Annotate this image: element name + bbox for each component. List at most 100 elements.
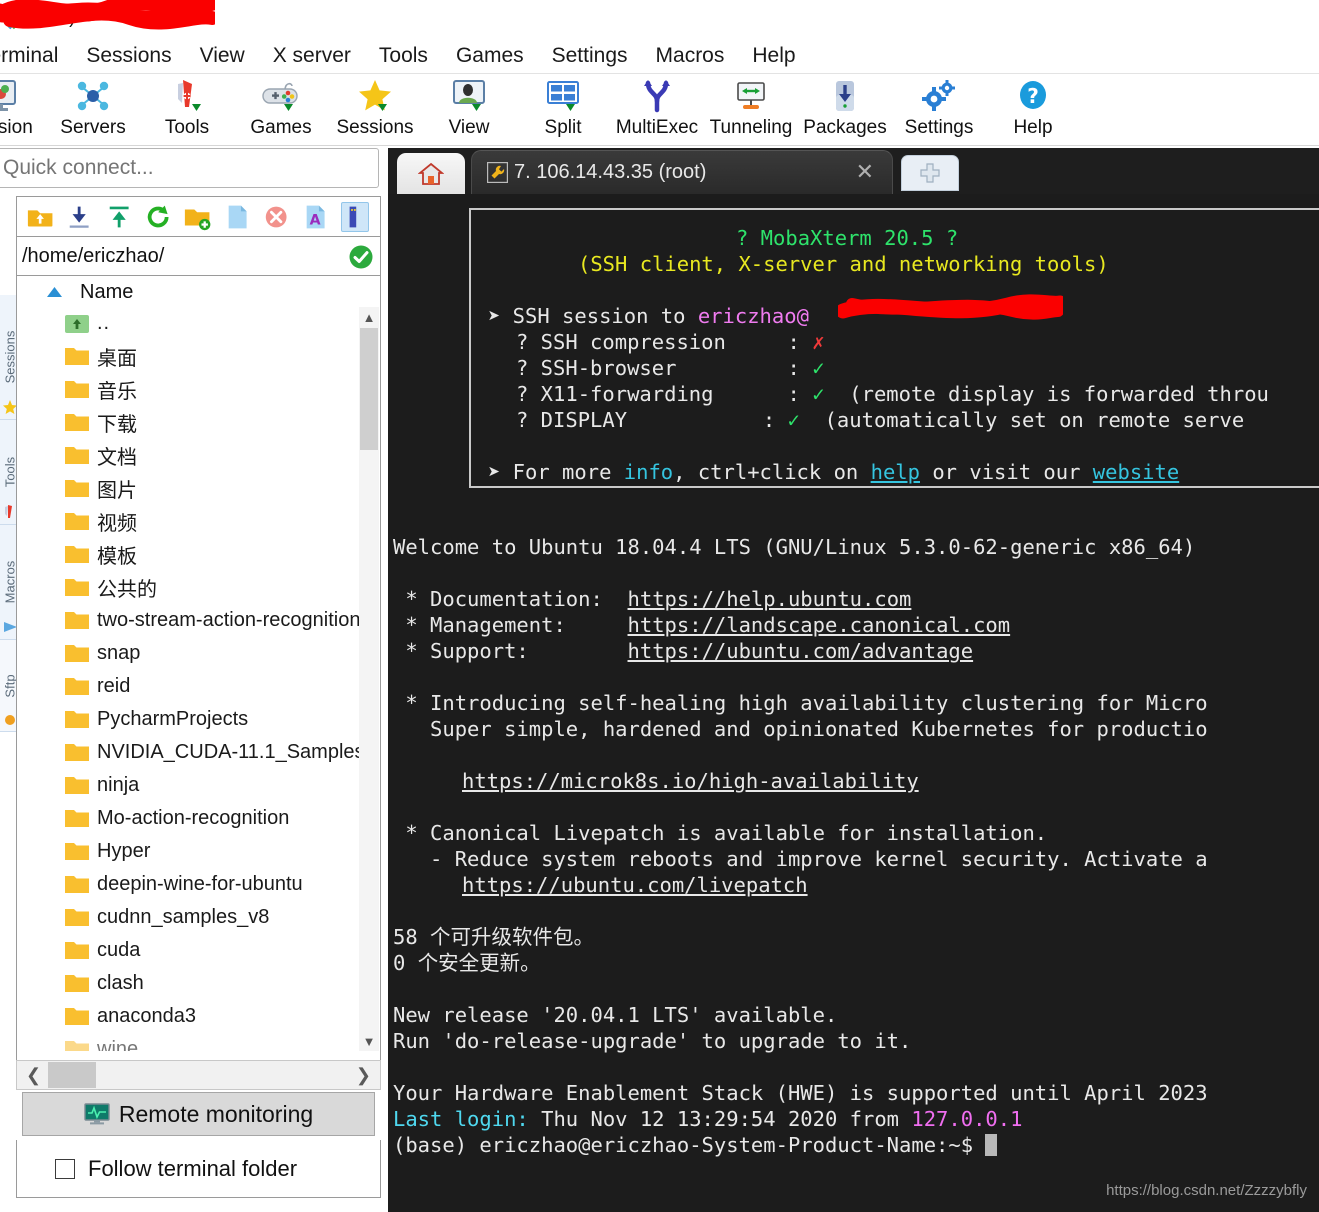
hscrollbar-thumb[interactable] — [48, 1062, 96, 1088]
list-item[interactable]: snap — [18, 637, 361, 670]
toolbar-label-tools: Tools — [164, 117, 210, 138]
toolbar-button-tools[interactable]: Tools — [140, 74, 234, 144]
parent-folder-icon[interactable] — [26, 202, 54, 232]
delete-icon[interactable] — [262, 202, 290, 232]
list-item[interactable]: 图片 — [18, 472, 361, 505]
follow-terminal-folder-row[interactable]: Follow terminal folder — [16, 1140, 381, 1198]
list-item[interactable]: 桌面 — [18, 340, 361, 373]
motd-doc-url[interactable]: https://help.ubuntu.com — [628, 587, 912, 611]
shell-prompt: (base) ericzhao@ericzhao-System-Product-… — [393, 1133, 986, 1157]
list-item[interactable]: Hyper — [18, 835, 361, 868]
quick-connect-box[interactable] — [0, 148, 379, 188]
list-item[interactable]: 下载 — [18, 406, 361, 439]
file-name: reid — [97, 675, 131, 697]
sftp-path-input[interactable] — [17, 245, 348, 268]
terminal-area: 7. 106.14.43.35 (root) ✕ ? MobaXterm 20.… — [388, 148, 1319, 1212]
motd-livepatch-url[interactable]: https://ubuntu.com/livepatch — [462, 872, 808, 898]
list-item[interactable]: .. — [18, 307, 361, 340]
list-item[interactable]: ninja — [18, 769, 361, 802]
motd-microk8s-url[interactable]: https://microk8s.io/high-availability — [462, 768, 919, 794]
sftp-column-header[interactable]: Name — [17, 277, 380, 307]
sftp-file-list[interactable]: .. 桌面 音乐 下载 文档 图片 视频 模板 公共的 two-stream-a… — [18, 307, 361, 1051]
toolbar-label-games: Games — [250, 117, 312, 138]
new-file-icon[interactable] — [223, 202, 251, 232]
list-item[interactable]: cudnn_samples_v8 — [18, 901, 361, 934]
scrollbar-thumb[interactable] — [360, 328, 378, 450]
file-name: 模板 — [97, 544, 137, 568]
list-item[interactable]: two-stream-action-recognition — [18, 604, 361, 637]
list-item[interactable]: clash — [18, 967, 361, 1000]
sftp-vertical-scrollbar[interactable]: ▲ ▼ — [359, 307, 379, 1051]
new-folder-icon[interactable] — [183, 202, 211, 232]
list-item[interactable]: PycharmProjects — [18, 703, 361, 736]
menu-macros[interactable]: Macros — [642, 39, 739, 73]
tab-add-button[interactable] — [901, 155, 959, 191]
banner-footer-website-link[interactable]: website — [1093, 460, 1179, 484]
menu-games[interactable]: Games — [442, 39, 538, 73]
remote-monitoring-button[interactable]: Remote monitoring — [22, 1092, 375, 1136]
bookmark-icon[interactable] — [340, 201, 370, 232]
scroll-right-icon[interactable]: ❯ — [347, 1065, 380, 1086]
toolbar-button-session[interactable]: Session — [0, 74, 46, 144]
menu-terminal[interactable]: Terminal — [0, 39, 72, 73]
menu-view[interactable]: View — [186, 39, 259, 73]
list-item[interactable]: Mo-action-recognition — [18, 802, 361, 835]
sftp-horizontal-scrollbar[interactable]: ❮ ❯ — [16, 1060, 381, 1090]
list-item[interactable]: 视频 — [18, 505, 361, 538]
multiexec-fork-icon — [644, 80, 670, 113]
toolbar-button-tunneling[interactable]: Tunneling — [704, 74, 798, 144]
wrench-icon — [487, 162, 508, 183]
terminal-output[interactable]: ? MobaXterm 20.5 ? (SSH client, X-server… — [388, 194, 1319, 1212]
motd-mgmt-url[interactable]: https://landscape.canonical.com — [628, 613, 1011, 637]
menu-settings[interactable]: Settings — [538, 39, 642, 73]
folder-icon — [65, 513, 89, 530]
toolbar-button-help[interactable]: ? Help — [986, 74, 1080, 144]
motd-livepatch-1: * Canonical Livepatch is available for i… — [393, 821, 1048, 845]
scroll-left-icon[interactable]: ❮ — [17, 1065, 50, 1086]
toolbar-button-servers[interactable]: Servers — [46, 74, 140, 144]
banner-footer: ➤ For more info, ctrl+click on help or v… — [488, 459, 1179, 485]
scroll-up-icon[interactable]: ▲ — [359, 307, 379, 327]
list-item[interactable]: 文档 — [18, 439, 361, 472]
list-item[interactable]: NVIDIA_CUDA-11.1_Samples — [18, 736, 361, 769]
toolbar-button-multiexec[interactable]: MultiExec — [610, 74, 704, 144]
download-icon[interactable] — [65, 202, 93, 232]
list-item[interactable]: wine — [18, 1033, 361, 1051]
quick-connect-input[interactable] — [0, 149, 378, 187]
toolbar-button-split[interactable]: Split — [516, 74, 610, 144]
toolbar-button-settings[interactable]: Settings — [892, 74, 986, 144]
menu-x-server[interactable]: X server — [259, 39, 365, 73]
shell-prompt-line[interactable]: (base) ericzhao@ericzhao-System-Product-… — [393, 1132, 998, 1158]
menu-tools[interactable]: Tools — [365, 39, 442, 73]
follow-terminal-folder-checkbox[interactable] — [55, 1158, 75, 1179]
list-item[interactable]: reid — [18, 670, 361, 703]
list-item[interactable]: anaconda3 — [18, 1000, 361, 1033]
toolbar-button-packages[interactable]: Packages — [798, 74, 892, 144]
list-item[interactable]: deepin-wine-for-ubuntu — [18, 868, 361, 901]
list-item[interactable]: 音乐 — [18, 373, 361, 406]
home-icon — [418, 162, 444, 185]
menu-sessions[interactable]: Sessions — [72, 39, 185, 73]
banner-footer-help-link[interactable]: help — [871, 460, 920, 484]
menu-help[interactable]: Help — [738, 39, 809, 73]
refresh-icon[interactable] — [144, 202, 172, 232]
banner-footer-info[interactable]: info — [624, 460, 673, 484]
upgradable-count: 58 — [393, 925, 418, 949]
toolbar-button-games[interactable]: Games — [234, 74, 328, 144]
upload-icon[interactable] — [105, 202, 133, 232]
motd-microk8s-1: * Introducing self-healing high availabi… — [393, 691, 1208, 715]
motd-sup-url[interactable]: https://ubuntu.com/advantage — [628, 639, 974, 663]
close-icon[interactable]: ✕ — [856, 161, 874, 183]
scroll-down-icon[interactable]: ▼ — [359, 1031, 379, 1051]
toolbar-button-sessions[interactable]: Sessions — [328, 74, 422, 144]
sftp-path-bar[interactable] — [17, 238, 380, 276]
tab-home[interactable] — [397, 153, 465, 194]
motd-upgradable: 58 个可升级软件包。 — [393, 924, 594, 950]
list-item[interactable]: 模板 — [18, 538, 361, 571]
toolbar-button-view[interactable]: View — [422, 74, 516, 144]
new-release-line: New release '20.04.1 LTS' available. — [393, 1003, 838, 1027]
list-item[interactable]: cuda — [18, 934, 361, 967]
tab-session-active[interactable]: 7. 106.14.43.35 (root) ✕ — [471, 150, 893, 194]
text-edit-icon[interactable]: A — [301, 202, 329, 232]
list-item[interactable]: 公共的 — [18, 571, 361, 604]
